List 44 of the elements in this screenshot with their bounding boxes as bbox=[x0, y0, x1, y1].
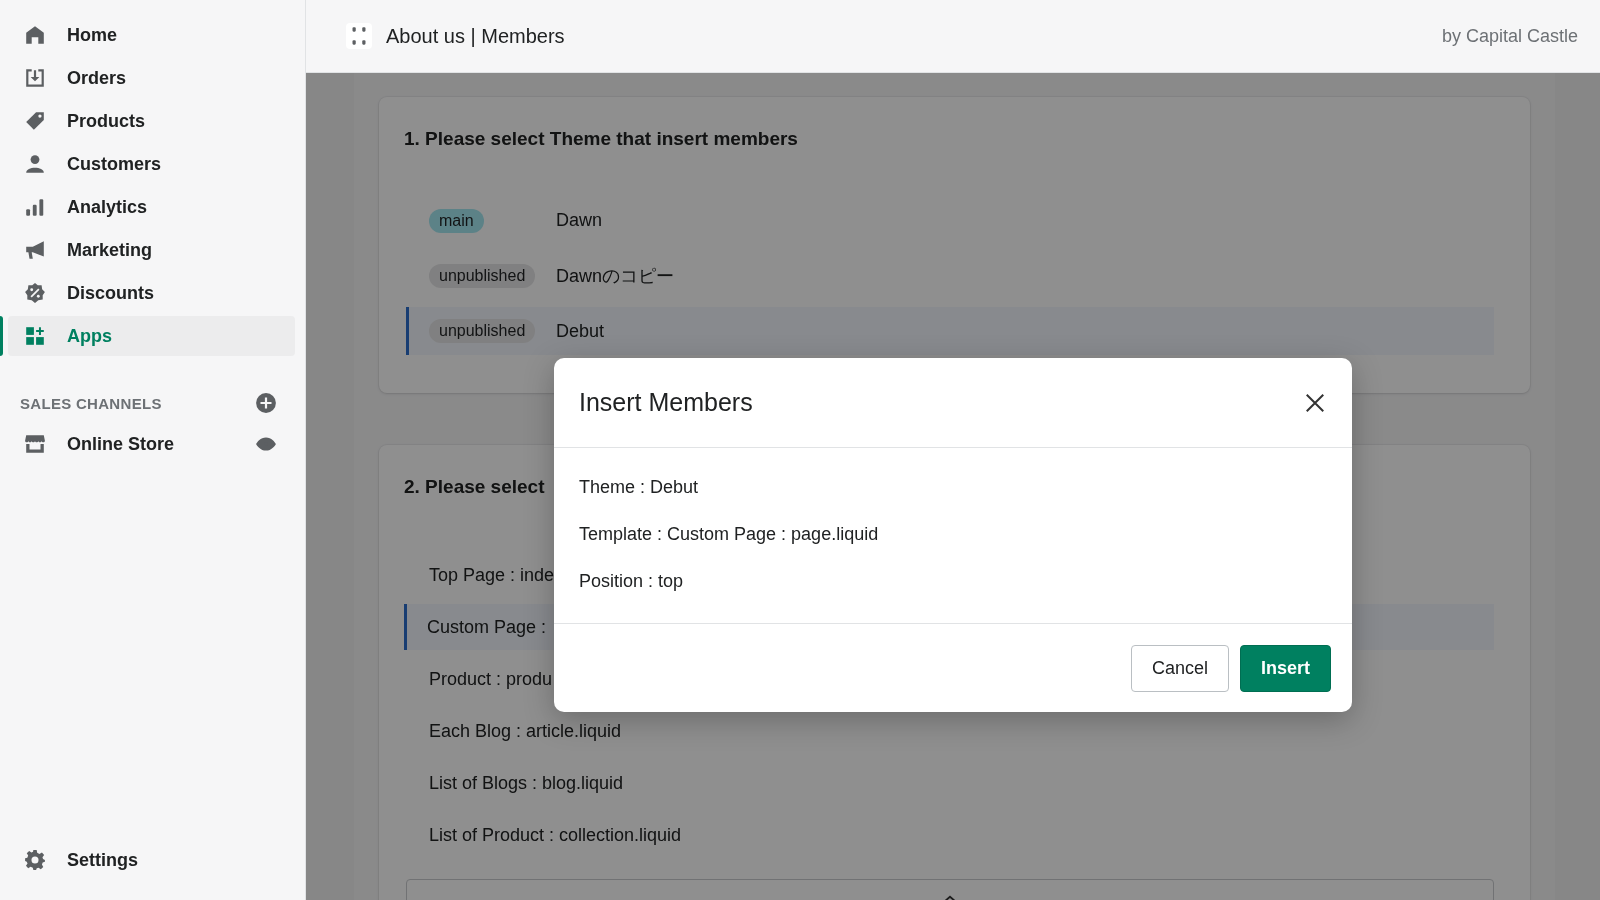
settings-item[interactable]: Settings bbox=[8, 840, 295, 880]
byline: by Capital Castle bbox=[1441, 25, 1578, 47]
detail-text: Theme : Debut bbox=[579, 476, 700, 498]
theme-option[interactable]: unpublished Debut bbox=[406, 307, 1494, 355]
theme-name: Dawn bbox=[556, 210, 603, 231]
badge-icon bbox=[24, 282, 46, 304]
megaphone-icon bbox=[24, 239, 46, 261]
settings-icon bbox=[24, 849, 46, 871]
nav-item[interactable]: Discounts bbox=[8, 273, 295, 313]
nav-item[interactable]: Analytics bbox=[8, 187, 295, 227]
template-option[interactable]: List of Blogs : blog.liquid bbox=[406, 757, 1494, 809]
home-icon bbox=[24, 24, 46, 46]
grid-plus-icon bbox=[24, 325, 46, 347]
inbox-icon bbox=[24, 67, 46, 89]
status-badge: unpublished bbox=[429, 263, 536, 288]
theme-name: Dawnのコピー bbox=[556, 264, 675, 288]
tag-icon bbox=[24, 110, 46, 132]
nav-item[interactable]: Home bbox=[8, 15, 295, 55]
theme-option[interactable]: unpublished Dawnのコピー bbox=[406, 248, 1494, 303]
template-option[interactable]: List of Product : collection.liquid bbox=[406, 809, 1494, 861]
card-title: 1. Please select Theme that insert members bbox=[404, 127, 798, 151]
store-icon bbox=[24, 433, 46, 455]
nav-item[interactable]: Online Store bbox=[8, 424, 245, 464]
nav-item[interactable]: Products bbox=[8, 101, 295, 141]
nav-item[interactable]: Orders bbox=[8, 58, 295, 98]
detail-text: Position : top bbox=[579, 570, 685, 592]
section-heading: SALES CHANNELS bbox=[20, 394, 162, 412]
status-badge: main bbox=[429, 208, 484, 233]
insert-button[interactable]: Insert bbox=[1239, 645, 1331, 692]
page-title: About us | Members bbox=[386, 24, 565, 48]
cancel-button[interactable]: Cancel bbox=[1130, 645, 1229, 692]
add-icon[interactable] bbox=[255, 392, 277, 414]
status-badge: unpublished bbox=[429, 319, 536, 343]
drag-handle-icon[interactable] bbox=[346, 23, 372, 49]
close-icon[interactable] bbox=[1304, 391, 1326, 414]
card-title: 2. Please select bbox=[404, 475, 545, 499]
theme-option[interactable]: main Dawn bbox=[406, 193, 1494, 248]
modal-title: Insert Members bbox=[579, 388, 753, 417]
person-icon bbox=[24, 153, 46, 175]
nav-item[interactable]: Customers bbox=[8, 144, 295, 184]
theme-name: Debut bbox=[556, 320, 605, 342]
detail-text: Template : Custom Page : page.liquid bbox=[579, 523, 880, 545]
nav-item[interactable]: Marketing bbox=[8, 230, 295, 270]
bar-chart-icon bbox=[24, 196, 46, 218]
